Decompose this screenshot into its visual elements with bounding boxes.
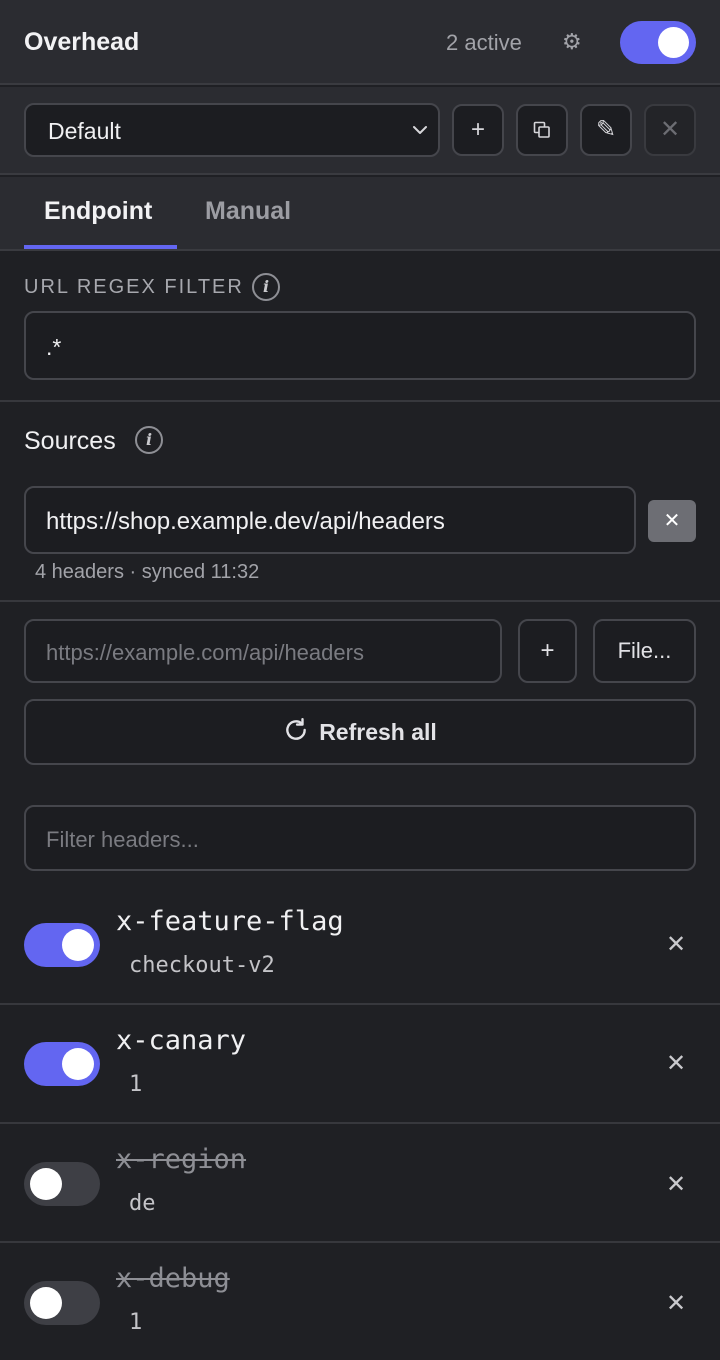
- profile-select-value: Default: [48, 118, 121, 144]
- file-button[interactable]: File...: [593, 619, 696, 683]
- tab-endpoint[interactable]: Endpoint: [44, 197, 152, 226]
- header-row: x-debug 1 ✕: [0, 1243, 720, 1360]
- toggle-knob: [62, 1048, 94, 1080]
- chevron-down-icon: [413, 126, 427, 134]
- delete-header-icon[interactable]: ✕: [666, 1289, 686, 1318]
- header-name[interactable]: x-canary: [116, 1025, 246, 1056]
- filter-headers-input[interactable]: Filter headers...: [24, 805, 696, 871]
- profile-toolbar: Default + ✎ ✕: [0, 87, 720, 175]
- delete-header-icon[interactable]: ✕: [666, 930, 686, 959]
- tab-manual[interactable]: Manual: [205, 197, 291, 226]
- sources-title: Sources: [24, 427, 116, 455]
- header-name[interactable]: x-region: [116, 1144, 246, 1175]
- app-title: Overhead: [24, 28, 140, 56]
- pencil-icon: ✎: [595, 116, 617, 143]
- header-toggle[interactable]: [24, 1162, 100, 1206]
- plus-icon: +: [540, 637, 555, 664]
- filter-headers-placeholder: Filter headers...: [46, 827, 199, 852]
- refresh-all-label: Refresh all: [319, 719, 437, 745]
- toggle-knob: [62, 929, 94, 961]
- header-toggle[interactable]: [24, 1281, 100, 1325]
- delete-header-icon[interactable]: ✕: [666, 1170, 686, 1199]
- header-name[interactable]: x-feature-flag: [116, 906, 344, 937]
- active-count: 2 active: [446, 30, 522, 55]
- url-filter-label: URL REGEX FILTER: [24, 276, 244, 298]
- header-value[interactable]: de: [129, 1191, 156, 1216]
- header-toggle[interactable]: [24, 1042, 100, 1086]
- toggle-knob: [658, 27, 689, 58]
- header-name[interactable]: x-debug: [116, 1263, 230, 1294]
- header-value[interactable]: 1: [129, 1072, 142, 1097]
- source-meta: 4 headers · synced 11:32: [35, 561, 260, 583]
- url-filter-input[interactable]: .*: [24, 311, 696, 380]
- info-icon[interactable]: i: [252, 273, 280, 301]
- gear-icon[interactable]: ⚙: [562, 29, 582, 55]
- header-value[interactable]: checkout-v2: [129, 953, 275, 978]
- refresh-all-button[interactable]: Refresh all: [24, 699, 696, 765]
- source-url: https://shop.example.dev/api/headers: [46, 508, 445, 535]
- duplicate-profile-button[interactable]: [516, 104, 568, 156]
- active-tab-indicator: [24, 245, 177, 249]
- add-profile-button[interactable]: +: [452, 104, 504, 156]
- app-header: Overhead 2 active ⚙: [0, 0, 720, 85]
- file-button-label: File...: [617, 638, 672, 663]
- new-source-placeholder: https://example.com/api/headers: [46, 640, 364, 665]
- delete-header-icon[interactable]: ✕: [666, 1049, 686, 1078]
- url-filter-value: .*: [46, 334, 62, 360]
- close-icon: ✕: [659, 116, 681, 143]
- source-url-field[interactable]: https://shop.example.dev/api/headers: [24, 486, 636, 554]
- header-value[interactable]: 1: [129, 1310, 142, 1335]
- add-source-button[interactable]: +: [518, 619, 577, 683]
- divider: [0, 400, 720, 402]
- toggle-knob: [30, 1287, 62, 1319]
- rename-profile-button[interactable]: ✎: [580, 104, 632, 156]
- duplicate-icon: [533, 121, 550, 138]
- refresh-icon: [286, 717, 307, 740]
- delete-profile-button[interactable]: ✕: [644, 104, 696, 156]
- divider: [0, 600, 720, 602]
- header-toggle[interactable]: [24, 923, 100, 967]
- toggle-knob: [30, 1168, 62, 1200]
- header-row: x-region de ✕: [0, 1124, 720, 1243]
- tab-bar: Endpoint Manual: [0, 177, 720, 251]
- header-row: x-canary 1 ✕: [0, 1005, 720, 1124]
- new-source-input[interactable]: https://example.com/api/headers: [24, 619, 502, 683]
- header-row: x-feature-flag checkout-v2 ✕: [0, 886, 720, 1005]
- info-icon[interactable]: i: [135, 426, 163, 454]
- plus-icon: +: [470, 116, 485, 143]
- master-toggle[interactable]: [620, 21, 696, 64]
- remove-source-button[interactable]: ✕: [648, 500, 696, 542]
- profile-select[interactable]: Default: [24, 103, 440, 157]
